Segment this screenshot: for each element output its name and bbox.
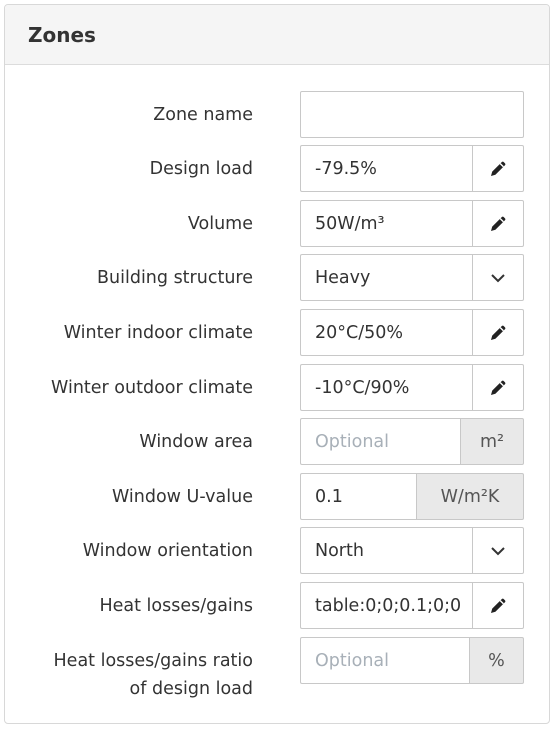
volume-input[interactable]: 50W/m³ — [300, 200, 472, 247]
window-orientation-dropdown-button[interactable] — [472, 527, 524, 574]
pencil-icon — [489, 379, 507, 397]
pencil-icon — [489, 160, 507, 178]
zone-name-input[interactable] — [300, 91, 524, 138]
winter-indoor-climate-edit-button[interactable] — [472, 309, 524, 356]
window-area-input[interactable]: Optional — [300, 418, 460, 465]
window-area-unit: m² — [460, 418, 524, 465]
heat-losses-gains-label: Heat losses/gains — [99, 595, 253, 616]
window-area-label: Window area — [139, 431, 253, 452]
design-load-row: Design load -79.5% — [5, 145, 549, 192]
heat-losses-gains-ratio-label-line1: Heat losses/gains ratio — [53, 651, 253, 671]
zone-name-row: Zone name — [5, 91, 549, 138]
pencil-icon — [489, 597, 507, 615]
window-orientation-label: Window orientation — [82, 540, 253, 561]
pencil-icon — [489, 324, 507, 342]
chevron-down-icon — [489, 542, 507, 560]
heat-losses-gains-ratio-label-line2: of design load — [129, 679, 253, 699]
design-load-label: Design load — [149, 158, 253, 179]
pencil-icon — [489, 215, 507, 233]
winter-indoor-climate-row: Winter indoor climate 20°C/50% — [5, 309, 549, 356]
heat-losses-gains-input[interactable]: table:0;0;0.1;0;0 — [300, 582, 472, 629]
design-load-input[interactable]: -79.5% — [300, 145, 472, 192]
window-u-value-input[interactable]: 0.1 — [300, 473, 416, 520]
heat-losses-gains-ratio-row: Heat losses/gains ratio of design load O… — [5, 637, 549, 699]
heat-losses-gains-edit-button[interactable] — [472, 582, 524, 629]
chevron-down-icon — [489, 269, 507, 287]
heat-losses-gains-row: Heat losses/gains table:0;0;0.1;0;0 — [5, 582, 549, 629]
winter-indoor-climate-label: Winter indoor climate — [63, 322, 253, 343]
panel-title: Zones — [5, 5, 549, 65]
winter-outdoor-climate-row: Winter outdoor climate -10°C/90% — [5, 364, 549, 411]
window-orientation-select[interactable]: North — [300, 527, 472, 574]
window-orientation-row: Window orientation North — [5, 527, 549, 574]
building-structure-select[interactable]: Heavy — [300, 254, 472, 301]
heat-losses-gains-ratio-label: Heat losses/gains ratio of design load — [54, 647, 253, 703]
window-u-value-label: Window U-value — [111, 486, 253, 507]
window-area-row: Window area Optional m² — [5, 418, 549, 465]
volume-label: Volume — [187, 213, 253, 234]
heat-losses-gains-ratio-unit: % — [469, 637, 524, 684]
volume-row: Volume 50W/m³ — [5, 200, 549, 247]
winter-outdoor-climate-edit-button[interactable] — [472, 364, 524, 411]
building-structure-label: Building structure — [97, 267, 253, 288]
winter-outdoor-climate-input[interactable]: -10°C/90% — [300, 364, 472, 411]
zones-panel: Zones Zone name Design load -79.5% Volum… — [4, 4, 550, 724]
building-structure-dropdown-button[interactable] — [472, 254, 524, 301]
design-load-edit-button[interactable] — [472, 145, 524, 192]
window-u-value-row: Window U-value 0.1 W/m²K — [5, 473, 549, 520]
window-u-value-unit: W/m²K — [416, 473, 524, 520]
heat-losses-gains-ratio-input[interactable]: Optional — [300, 637, 469, 684]
building-structure-row: Building structure Heavy — [5, 254, 549, 301]
volume-edit-button[interactable] — [472, 200, 524, 247]
zone-name-label: Zone name — [153, 104, 253, 125]
winter-indoor-climate-input[interactable]: 20°C/50% — [300, 309, 472, 356]
winter-outdoor-climate-label: Winter outdoor climate — [51, 377, 253, 398]
